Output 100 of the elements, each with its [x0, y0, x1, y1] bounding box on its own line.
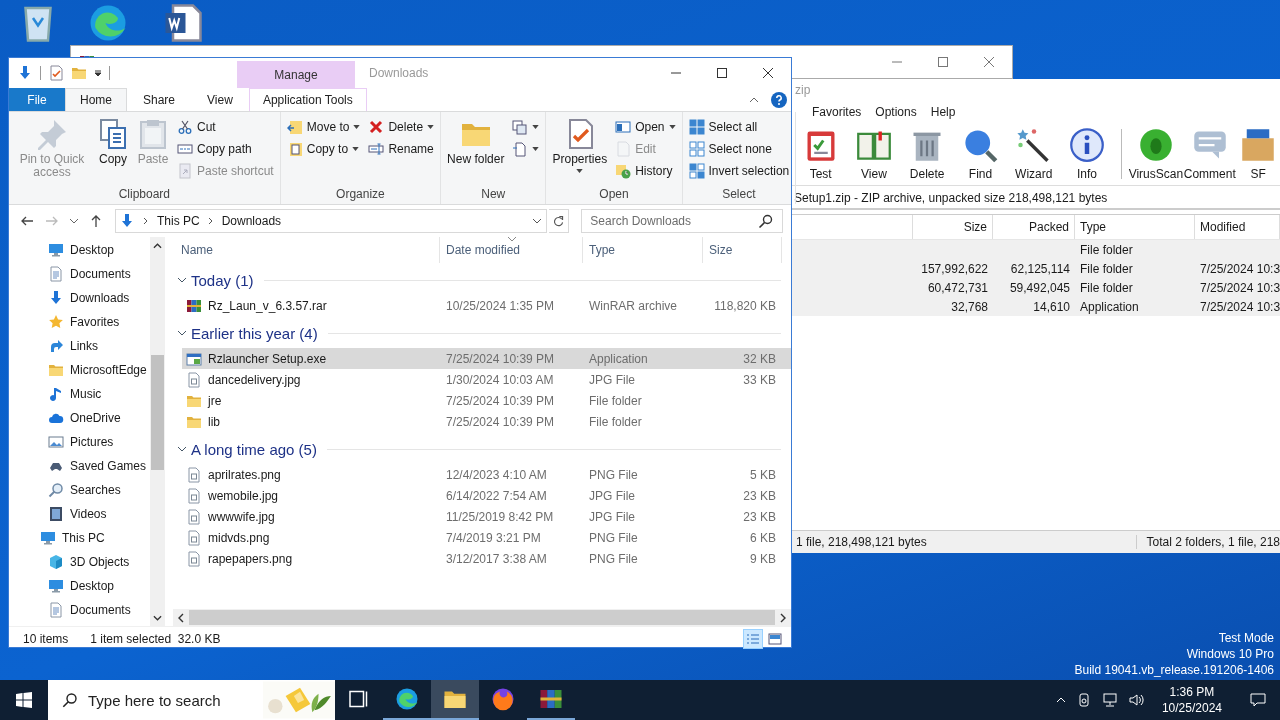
- chevron-right-icon[interactable]: [779, 612, 787, 623]
- ribbon-tab[interactable]: View: [191, 88, 249, 111]
- chevron-down-icon[interactable]: [69, 217, 79, 225]
- scrollbar[interactable]: [150, 237, 165, 626]
- chevron-left-icon[interactable]: [177, 612, 185, 623]
- browser-icon[interactable]: [88, 3, 128, 43]
- network-icon[interactable]: [1101, 692, 1118, 708]
- toolbar-button[interactable]: Find: [953, 123, 1008, 185]
- scrollbar-thumb[interactable]: [151, 355, 164, 470]
- ribbon-tab[interactable]: Share: [127, 88, 192, 111]
- nav-item[interactable]: MicrosoftEdge: [9, 358, 150, 382]
- ribbon-button[interactable]: Select all: [685, 116, 793, 138]
- ribbon-button[interactable]: Copy: [94, 116, 132, 168]
- table-row[interactable]: 32,768 14,610 Application 7/25/2024 10:3: [792, 297, 1280, 316]
- search-field[interactable]: Search Downloads: [581, 209, 783, 233]
- nav-item[interactable]: Links: [9, 334, 150, 358]
- group-header[interactable]: A long time ago (5): [191, 440, 317, 458]
- nav-item[interactable]: Favorites: [9, 310, 150, 334]
- column-header[interactable]: Packed: [993, 215, 1075, 239]
- group-header[interactable]: Earlier this year (4): [191, 324, 318, 342]
- file-row[interactable]: rapepapers.png 3/12/2017 3:38 AM PNG File 9 KB: [182, 548, 791, 569]
- chevron-down-icon[interactable]: [177, 328, 187, 338]
- scrollbar[interactable]: [173, 609, 791, 626]
- clock-time[interactable]: 1:36 PM: [1169, 684, 1215, 700]
- nav-item[interactable]: Downloads: [9, 286, 150, 310]
- nav-item[interactable]: Music: [9, 382, 150, 406]
- search-input[interactable]: Search Downloads: [590, 214, 758, 228]
- file-row[interactable]: jre 7/25/2024 10:39 PM File folder: [182, 390, 791, 411]
- ribbon-button[interactable]: Delete: [365, 116, 438, 138]
- ribbon-button[interactable]: New folder: [444, 116, 508, 168]
- file-row[interactable]: Rz_Laun_v_6.3.57.rar 10/25/2024 1:35 PM WinRAR archive 118,820 KB: [182, 295, 791, 316]
- nav-item[interactable]: Pictures: [9, 430, 150, 454]
- menu-item[interactable]: Favorites: [812, 105, 862, 119]
- column-header[interactable]: Modified: [1195, 215, 1280, 239]
- chevron-up-icon[interactable]: [153, 242, 162, 250]
- toolbar-button[interactable]: Wizard: [1007, 123, 1061, 185]
- search-field[interactable]: Type here to search: [48, 680, 335, 720]
- nav-item[interactable]: Documents: [9, 262, 150, 286]
- toolbar-button[interactable]: SF: [1236, 123, 1280, 185]
- help-icon[interactable]: [771, 91, 787, 108]
- toolbar-button[interactable]: VirusScan: [1128, 123, 1184, 185]
- nav-item[interactable]: Documents: [9, 598, 150, 622]
- breadcrumb[interactable]: Downloads: [221, 214, 282, 228]
- ribbon-button[interactable]: Select none: [685, 138, 793, 160]
- caret-down-icon[interactable]: [94, 69, 102, 77]
- document-icon[interactable]: [163, 3, 203, 43]
- chevron-down-icon[interactable]: [177, 275, 187, 285]
- file-row[interactable]: midvds.png 7/4/2019 3:21 PM PNG File 6 KB: [182, 527, 791, 548]
- ribbon-tab[interactable]: Home: [65, 88, 127, 111]
- scrollbar-thumb[interactable]: [189, 610, 775, 625]
- notification-icon[interactable]: [1250, 692, 1266, 708]
- chevron-right-icon[interactable]: [207, 217, 214, 225]
- column-header[interactable]: Type: [583, 237, 703, 263]
- toolbar-button[interactable]: View: [847, 123, 901, 185]
- file-row[interactable]: lib 7/25/2024 10:39 PM File folder: [182, 411, 791, 432]
- file-row[interactable]: aprilrates.png 12/4/2023 4:10 AM PNG File 5 KB: [182, 464, 791, 485]
- column-header[interactable]: Size: [703, 237, 782, 263]
- nav-item[interactable]: This PC: [9, 526, 150, 550]
- ribbon-button[interactable]: Invert selection: [685, 160, 793, 182]
- toolbar-button[interactable]: Comment: [1183, 123, 1237, 185]
- taskbar-button[interactable]: [431, 680, 479, 720]
- download-icon[interactable]: [17, 65, 33, 81]
- address-bar[interactable]: This PC Downloads: [115, 209, 548, 233]
- column-header[interactable]: Size: [913, 215, 993, 239]
- group-header[interactable]: Today (1): [191, 271, 254, 289]
- ribbon-button[interactable]: Rename: [365, 138, 438, 160]
- ribbon-button[interactable]: Open: [612, 116, 679, 138]
- column-header[interactable]: Date modified: [440, 237, 583, 263]
- table-row[interactable]: File folder: [792, 240, 1280, 259]
- ribbon-button[interactable]: Move to: [283, 116, 364, 138]
- table-row[interactable]: 157,992,622 62,125,114 File folder 7/25/2024 10:3: [792, 259, 1280, 278]
- nav-item[interactable]: Desktop: [9, 574, 150, 598]
- ribbon-tab[interactable]: File: [9, 88, 65, 111]
- toolbar-button[interactable]: Test: [794, 123, 848, 185]
- ribbon-button[interactable]: Copy to: [283, 138, 364, 160]
- search-input[interactable]: Type here to search: [88, 691, 253, 709]
- nav-item[interactable]: Searches: [9, 478, 150, 502]
- chevron-right-icon[interactable]: [143, 217, 149, 225]
- column-header[interactable]: Type: [1075, 215, 1195, 239]
- nav-item[interactable]: 3D Objects: [9, 550, 150, 574]
- ribbon-button[interactable]: History: [612, 160, 679, 182]
- file-row[interactable]: dancedelivery.jpg 1/30/2024 10:03 AM JPG File 33 KB: [182, 369, 791, 390]
- menu-item[interactable]: Help: [930, 105, 956, 119]
- ribbon-button[interactable]: Cut: [174, 116, 277, 138]
- chevron-down-icon[interactable]: [177, 444, 187, 454]
- toolbar-button[interactable]: Info: [1060, 123, 1114, 185]
- table-row[interactable]: 60,472,731 59,492,045 File folder 7/25/2024 10:3: [792, 278, 1280, 297]
- chevron-down-icon[interactable]: [153, 614, 162, 622]
- refresh-button[interactable]: [549, 209, 570, 233]
- chevron-down-icon[interactable]: [532, 217, 543, 225]
- ribbon-button[interactable]: Copy path: [174, 138, 277, 160]
- nav-item[interactable]: Desktop: [9, 238, 150, 262]
- breadcrumb[interactable]: This PC: [157, 214, 200, 228]
- file-row[interactable]: Rzlauncher Setup.exe 7/25/2024 10:39 PM Application 32 KB: [182, 348, 791, 369]
- check-page-icon[interactable]: [48, 65, 64, 81]
- file-row[interactable]: wwwwife.jpg 11/25/2019 8:42 PM JPG File 23 KB: [182, 506, 791, 527]
- nav-item[interactable]: OneDrive: [9, 406, 150, 430]
- column-header[interactable]: Name: [175, 237, 440, 263]
- clock-date[interactable]: 10/25/2024: [1161, 700, 1222, 716]
- nav-item[interactable]: Saved Games: [9, 454, 150, 478]
